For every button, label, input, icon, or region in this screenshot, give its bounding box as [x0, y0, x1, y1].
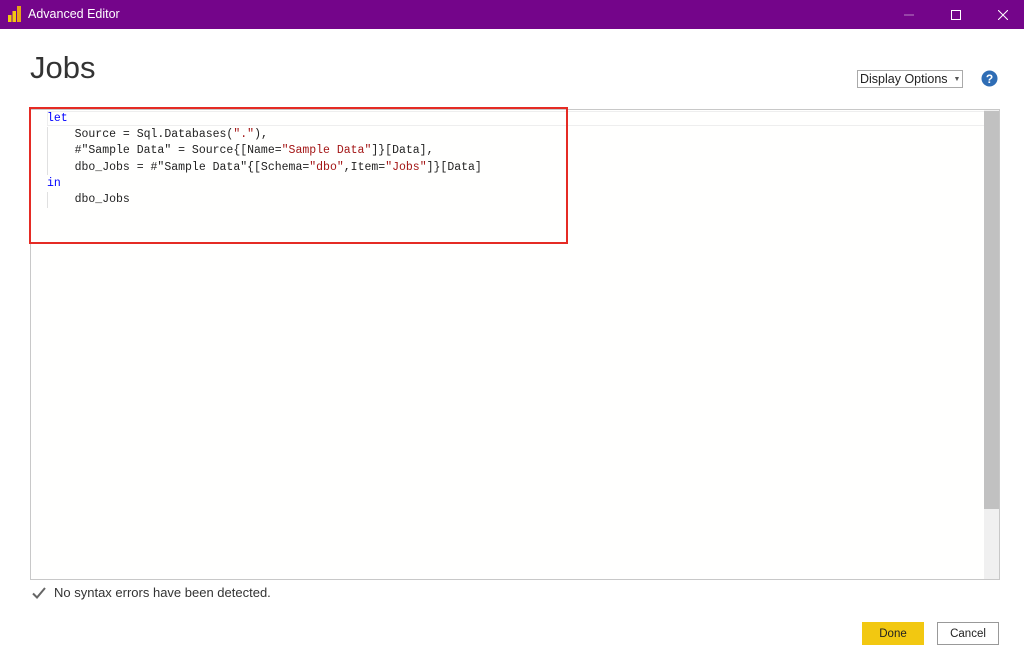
svg-text:?: ? — [986, 72, 993, 86]
page-title: Jobs — [30, 50, 96, 85]
window-title: Advanced Editor — [28, 7, 120, 21]
display-options-label: Display Options — [860, 72, 948, 86]
close-button[interactable] — [980, 0, 1024, 29]
code-editor[interactable]: let Source = Sql.Databases("."), #"Sampl… — [30, 109, 1000, 580]
code-token: ]}[Data] — [426, 160, 482, 174]
code-line: Source = Sql.Databases("."), — [47, 127, 482, 143]
code-keyword: let — [47, 112, 68, 125]
maximize-icon — [951, 9, 961, 20]
code-text[interactable]: let Source = Sql.Databases("."), #"Sampl… — [47, 111, 482, 208]
code-token: Source = Sql.Databases( — [47, 128, 234, 142]
code-string: "dbo" — [309, 160, 344, 174]
close-icon — [998, 9, 1008, 20]
minimize-icon — [904, 14, 914, 15]
power-bi-icon — [8, 6, 21, 22]
check-icon — [32, 586, 46, 599]
cancel-button[interactable]: Cancel — [937, 622, 999, 645]
code-token: dbo_Jobs — [47, 192, 130, 206]
help-icon[interactable]: ? — [981, 70, 998, 87]
code-keyword: in — [47, 176, 61, 190]
display-options-dropdown[interactable]: Display Options ▼ — [857, 70, 963, 88]
title-bar: Advanced Editor — [0, 0, 1024, 29]
done-button[interactable]: Done — [862, 622, 924, 645]
status-text: No syntax errors have been detected. — [54, 585, 271, 600]
vertical-scrollbar[interactable] — [984, 110, 999, 579]
scrollbar-thumb[interactable] — [984, 111, 999, 509]
code-line: in — [47, 176, 482, 192]
code-string: "Jobs" — [385, 160, 427, 174]
code-token: ,Item= — [343, 160, 386, 174]
code-line: let — [47, 111, 482, 127]
code-line: dbo_Jobs — [47, 192, 482, 208]
chevron-down-icon: ▼ — [953, 75, 961, 83]
code-string: "Sample Data" — [281, 144, 372, 158]
syntax-status: No syntax errors have been detected. — [32, 585, 271, 600]
maximize-button[interactable] — [933, 0, 979, 29]
code-string: "." — [233, 128, 255, 142]
code-token: ]}[Data], — [371, 144, 434, 158]
code-line: dbo_Jobs = #"Sample Data"{[Schema="dbo",… — [47, 160, 482, 176]
code-token: #"Sample Data" = Source{[Name= — [47, 144, 282, 158]
code-token: ), — [254, 128, 268, 142]
code-token: dbo_Jobs = #"Sample Data"{[Schema= — [47, 160, 310, 174]
minimize-button[interactable] — [886, 0, 932, 29]
code-line: #"Sample Data" = Source{[Name="Sample Da… — [47, 143, 482, 159]
